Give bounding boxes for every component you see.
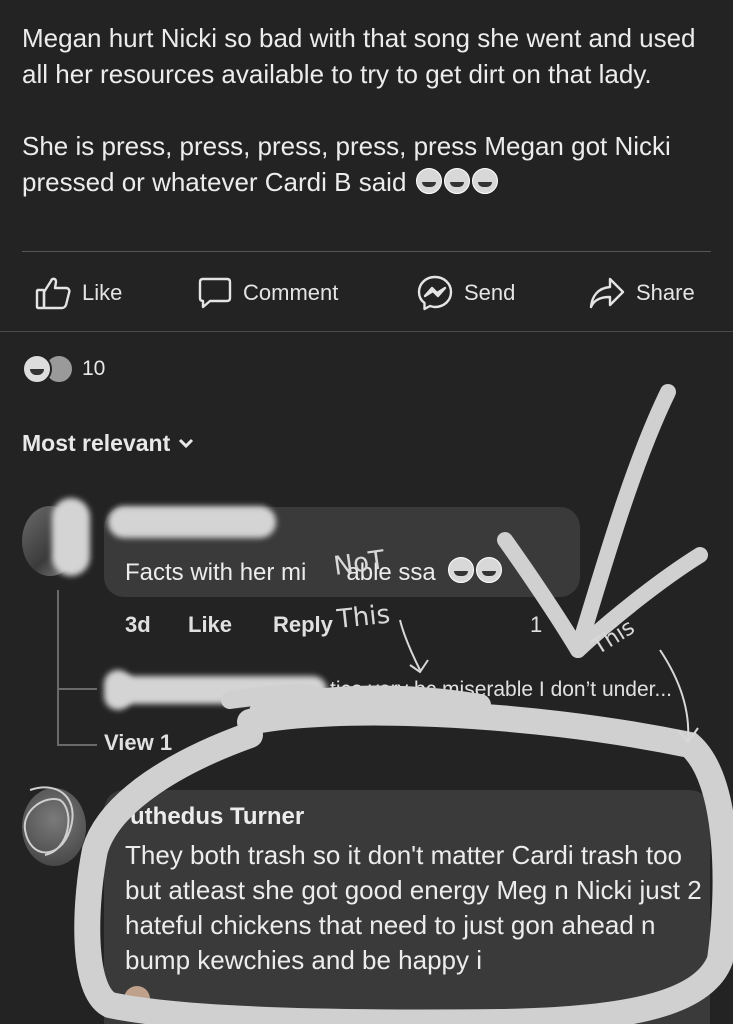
comment-text-end: able ssa <box>346 559 436 586</box>
comment-timestamp: 3d <box>125 612 151 637</box>
like-label: Like <box>82 280 123 305</box>
comment-text: They both trash so it don't matter Cardi… <box>125 840 702 975</box>
redacted-name <box>112 676 327 704</box>
divider <box>0 331 733 332</box>
reply-thread-branch <box>57 688 97 690</box>
post-action-bar: Like Comment Send Share <box>0 272 733 314</box>
comment-icon <box>198 277 232 309</box>
thumbs-up-icon <box>35 277 71 310</box>
post-paragraph-1: Megan hurt Nicki so bad with that song s… <box>22 23 696 89</box>
annotation-not-this-line2: This <box>335 600 392 635</box>
post-text: Megan hurt Nicki so bad with that song s… <box>22 20 712 200</box>
comment-button[interactable]: Comment <box>197 272 338 314</box>
share-button[interactable]: Share <box>588 272 695 314</box>
divider <box>22 251 711 252</box>
sort-label: Most relevant <box>22 430 171 456</box>
haha-reaction-icon <box>22 354 52 384</box>
view-more-replies[interactable]: View 1 <box>104 730 172 756</box>
person-emoji-icon <box>124 986 150 1012</box>
laughing-emoji-icon <box>448 557 475 583</box>
reaction-summary[interactable]: 10 <box>22 354 105 384</box>
comment-sort-dropdown[interactable]: Most relevant <box>22 430 194 457</box>
reaction-count: 10 <box>82 357 106 380</box>
laughing-emoji-icon <box>471 168 498 194</box>
send-label: Send <box>464 280 516 305</box>
avatar[interactable] <box>22 788 86 866</box>
comment-reply-button[interactable]: Reply <box>273 612 333 638</box>
comment-text: Facts with her mi able ssa <box>125 557 503 587</box>
comment-reaction-count: 1 <box>530 612 543 637</box>
reply-thread-branch <box>57 744 97 746</box>
comment-like-button[interactable]: Like <box>188 612 232 638</box>
laughing-emoji-icon <box>476 557 503 583</box>
redacted-name <box>108 506 276 538</box>
comment-label: Comment <box>243 280 339 305</box>
chevron-down-icon <box>179 438 194 448</box>
laughing-emoji-icon <box>415 168 442 194</box>
laughing-emoji-icon <box>443 168 470 194</box>
messenger-icon <box>417 275 453 311</box>
comment-text-start: Facts with her mi <box>125 559 307 586</box>
post-paragraph-2-text: She is press, press, press, press, press… <box>22 131 671 197</box>
annotation-this: This <box>587 615 639 661</box>
share-arrow-icon <box>589 277 625 309</box>
reply-preview[interactable]: tice very bc miserable I don’t under... <box>330 678 672 702</box>
like-button[interactable]: Like <box>34 272 122 314</box>
reply-thread-line <box>57 590 59 745</box>
share-label: Share <box>636 280 695 305</box>
arrow-small <box>399 619 429 674</box>
arrow-stroke <box>570 547 708 658</box>
send-button[interactable]: Send <box>416 272 515 314</box>
comment-author[interactable]: uthedus Turner <box>130 803 304 831</box>
redacted-avatar <box>52 498 90 576</box>
post-paragraph-2: She is press, press, press, press, press… <box>22 128 712 200</box>
